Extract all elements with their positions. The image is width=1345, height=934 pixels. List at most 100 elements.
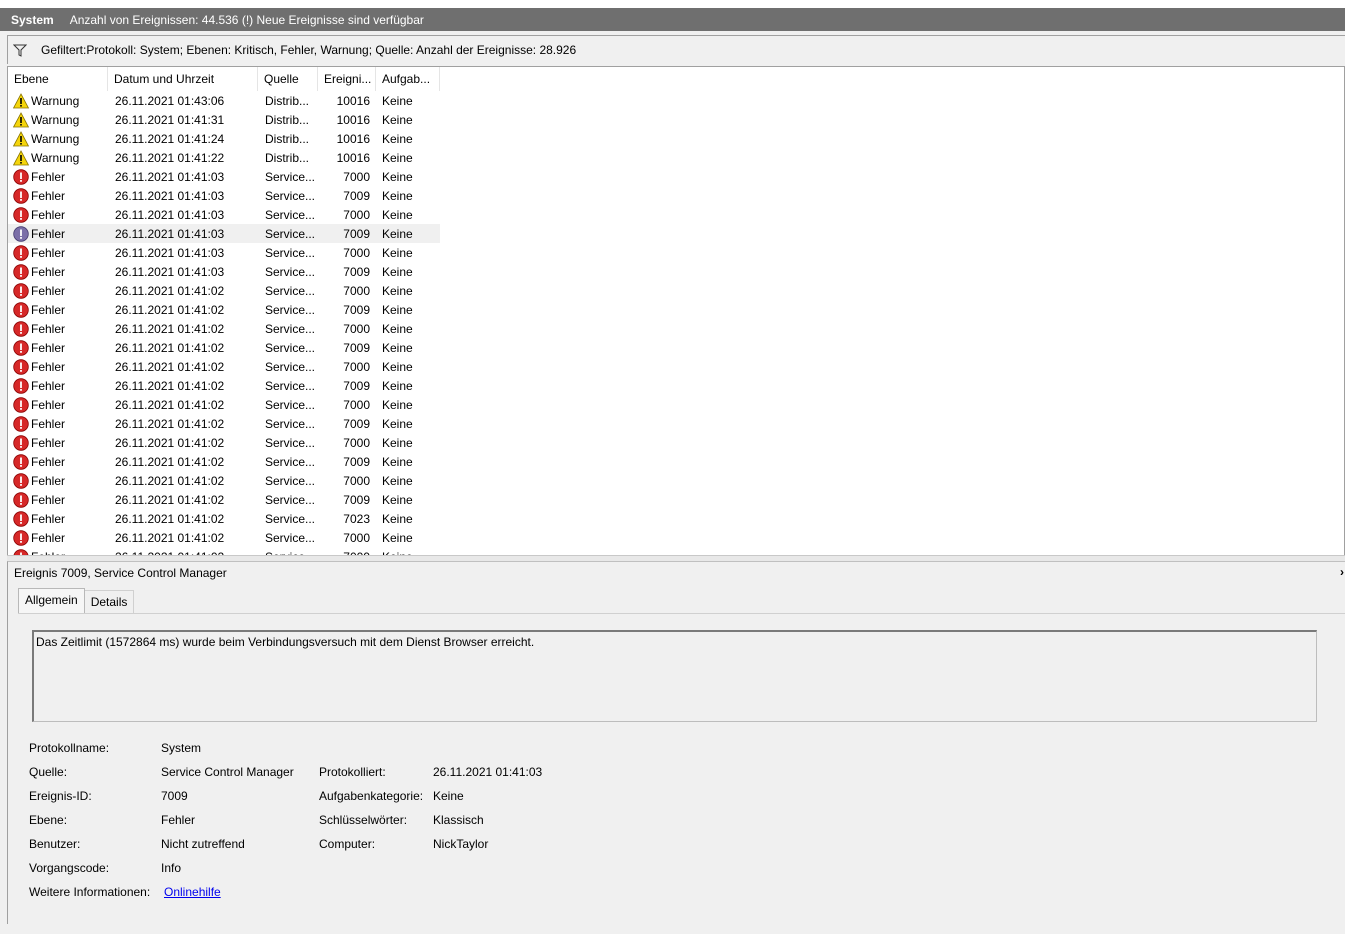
label-task-category: Aufgabenkategorie:: [319, 789, 424, 803]
warning-icon: [12, 130, 30, 147]
level-text: Fehler: [31, 492, 66, 507]
cell-event-id: 7009: [343, 264, 370, 279]
cell-level: Warnung: [8, 130, 108, 147]
column-header-level[interactable]: Ebene: [8, 67, 108, 91]
error-icon: [13, 491, 29, 508]
table-row[interactable]: Fehler 26.11.2021 01:41:02 Service... 7000 K…: [8, 395, 440, 414]
table-row[interactable]: Fehler 26.11.2021 01:41:02 Service... 7009 K…: [8, 490, 440, 509]
cell-event-id: 7000: [343, 397, 370, 412]
table-row[interactable]: Fehler 26.11.2021 01:41:03 Service... 7000 K…: [8, 205, 440, 224]
table-row[interactable]: Fehler 26.11.2021 01:41:02 Service... 7000 K…: [8, 319, 440, 338]
table-row[interactable]: Fehler 26.11.2021 01:41:03 Service... 7000 K…: [8, 167, 440, 186]
table-row[interactable]: Fehler 26.11.2021 01:41:02 Service... 7009 K…: [8, 414, 440, 433]
cell-date: 26.11.2021 01:41:02: [115, 340, 225, 355]
value-log-name: System: [161, 741, 202, 755]
cell-date: 26.11.2021 01:41:02: [115, 473, 225, 488]
cell-task: Keine: [382, 264, 413, 279]
cell-level: Fehler: [8, 377, 108, 394]
error-icon: [13, 377, 29, 394]
filter-bar: Gefiltert:Protokoll: System; Ebenen: Kri…: [7, 35, 1345, 64]
cell-level: Fehler: [8, 472, 108, 489]
cell-source: Service...: [265, 321, 316, 336]
table-row[interactable]: Fehler 26.11.2021 01:41:02 Service... 7000 K…: [8, 471, 440, 490]
cell-event-id: 7000: [343, 169, 370, 184]
cell-date: 26.11.2021 01:41:02: [115, 397, 225, 412]
error-icon: [13, 206, 29, 223]
cell-task: Keine: [382, 302, 413, 317]
filter-description: Gefiltert:Protokoll: System; Ebenen: Kri…: [41, 43, 577, 57]
cell-source: Service...: [265, 492, 316, 507]
cell-level: Fehler: [8, 225, 108, 242]
tab-details[interactable]: Details: [83, 590, 135, 613]
value-logged: 26.11.2021 01:41:03: [433, 765, 543, 779]
error-icon: [13, 358, 29, 375]
error-icon: [13, 244, 29, 261]
cell-source: Service...: [265, 340, 316, 355]
log-name: System: [11, 12, 54, 27]
cell-event-id: 10016: [336, 150, 370, 165]
level-text: Fehler: [31, 188, 66, 203]
table-row[interactable]: Fehler 26.11.2021 01:41:02 Service... 7000 K…: [8, 281, 440, 300]
cell-task: Keine: [382, 226, 413, 241]
cell-task: Keine: [382, 511, 413, 526]
cell-source: Service...: [265, 188, 316, 203]
cell-level: Fehler: [8, 244, 108, 261]
value-task-category: Keine: [433, 789, 464, 803]
error-icon: [13, 263, 29, 280]
label-more-info: Weitere Informationen:: [29, 885, 151, 899]
table-row[interactable]: Fehler 26.11.2021 01:41:02 Service... 7000 K…: [8, 528, 440, 547]
value-opcode: Info: [161, 861, 182, 875]
table-row[interactable]: Fehler 26.11.2021 01:41:02 Service... 7023 K…: [8, 509, 440, 528]
table-row[interactable]: Fehler 26.11.2021 01:41:02 Service... 7000 K…: [8, 357, 440, 376]
event-count-status: Anzahl von Ereignissen: 44.536 (!) Neue …: [69, 12, 424, 27]
table-row[interactable]: Warnung 26.11.2021 01:43:06 Distrib... 1001…: [8, 91, 440, 110]
column-header-task[interactable]: Aufgab...: [376, 67, 440, 91]
column-header-date[interactable]: Datum und Uhrzeit: [108, 67, 258, 91]
general-tab-panel: Das Zeitlimit (1572864 ms) wurde beim Ve…: [18, 613, 1345, 934]
cell-source: Service...: [265, 302, 316, 317]
cell-date: 26.11.2021 01:41:31: [115, 112, 225, 127]
column-header-event-id[interactable]: Ereigni...: [318, 67, 376, 91]
close-preview-icon[interactable]: ›: [1340, 565, 1344, 579]
level-text: Fehler: [31, 321, 66, 336]
table-row[interactable]: Fehler 26.11.2021 01:41:03 Service... 7000 K…: [8, 243, 440, 262]
level-text: Fehler: [31, 340, 66, 355]
cell-task: Keine: [382, 359, 413, 374]
table-row[interactable]: Warnung 26.11.2021 01:41:24 Distrib... 1001…: [8, 129, 440, 148]
table-row[interactable]: Fehler 26.11.2021 01:41:02 Service... 7009 K…: [8, 300, 440, 319]
table-row[interactable]: Warnung 26.11.2021 01:41:31 Distrib... 1001…: [8, 110, 440, 129]
level-text: Fehler: [31, 169, 66, 184]
cell-level: Fehler: [8, 206, 108, 223]
table-row[interactable]: Fehler 26.11.2021 01:41:02 Service... 7000 K…: [8, 433, 440, 452]
table-row[interactable]: Fehler 26.11.2021 01:41:03 Service... 7009 K…: [8, 262, 440, 281]
table-row[interactable]: Fehler 26.11.2021 01:41:02 Service... 7009 K…: [8, 338, 440, 357]
event-list-header: Ebene Datum und Uhrzeit Quelle Ereigni..…: [8, 67, 440, 91]
cell-date: 26.11.2021 01:41:03: [115, 264, 225, 279]
column-header-source[interactable]: Quelle: [258, 67, 318, 91]
table-row[interactable]: Fehler 26.11.2021 01:41:03 Service... 7009 K…: [8, 186, 440, 205]
label-logged: Protokolliert:: [319, 765, 386, 779]
table-row[interactable]: Fehler 26.11.2021 01:41:02 Service... 7009 K…: [8, 452, 440, 471]
tab-general[interactable]: Allgemein: [18, 588, 85, 613]
error-icon: [13, 510, 29, 527]
cell-event-id: 7009: [343, 226, 370, 241]
cell-source: Service...: [265, 511, 316, 526]
top-strip: [0, 0, 1345, 8]
cell-level: Warnung: [8, 111, 108, 128]
cell-date: 26.11.2021 01:41:22: [115, 150, 225, 165]
level-text: Fehler: [31, 416, 66, 431]
warning-icon: [12, 92, 30, 109]
level-text: Fehler: [31, 378, 66, 393]
cell-source: Service...: [265, 359, 316, 374]
table-row[interactable]: Warnung 26.11.2021 01:41:22 Distrib... 1001…: [8, 148, 440, 167]
cell-event-id: 7023: [343, 511, 370, 526]
cell-source: Distrib...: [265, 150, 310, 165]
table-row[interactable]: Fehler 26.11.2021 01:41:02 Service... 7009 K…: [8, 376, 440, 395]
error-icon: [13, 168, 29, 185]
cell-level: Warnung: [8, 149, 108, 166]
event-message[interactable]: Das Zeitlimit (1572864 ms) wurde beim Ve…: [32, 630, 1317, 722]
label-computer: Computer:: [319, 837, 376, 851]
online-help-link[interactable]: Onlinehilfe: [164, 885, 221, 899]
table-row[interactable]: Fehler 26.11.2021 01:41:03 Service... 7009 K…: [8, 224, 440, 243]
level-text: Fehler: [31, 283, 66, 298]
